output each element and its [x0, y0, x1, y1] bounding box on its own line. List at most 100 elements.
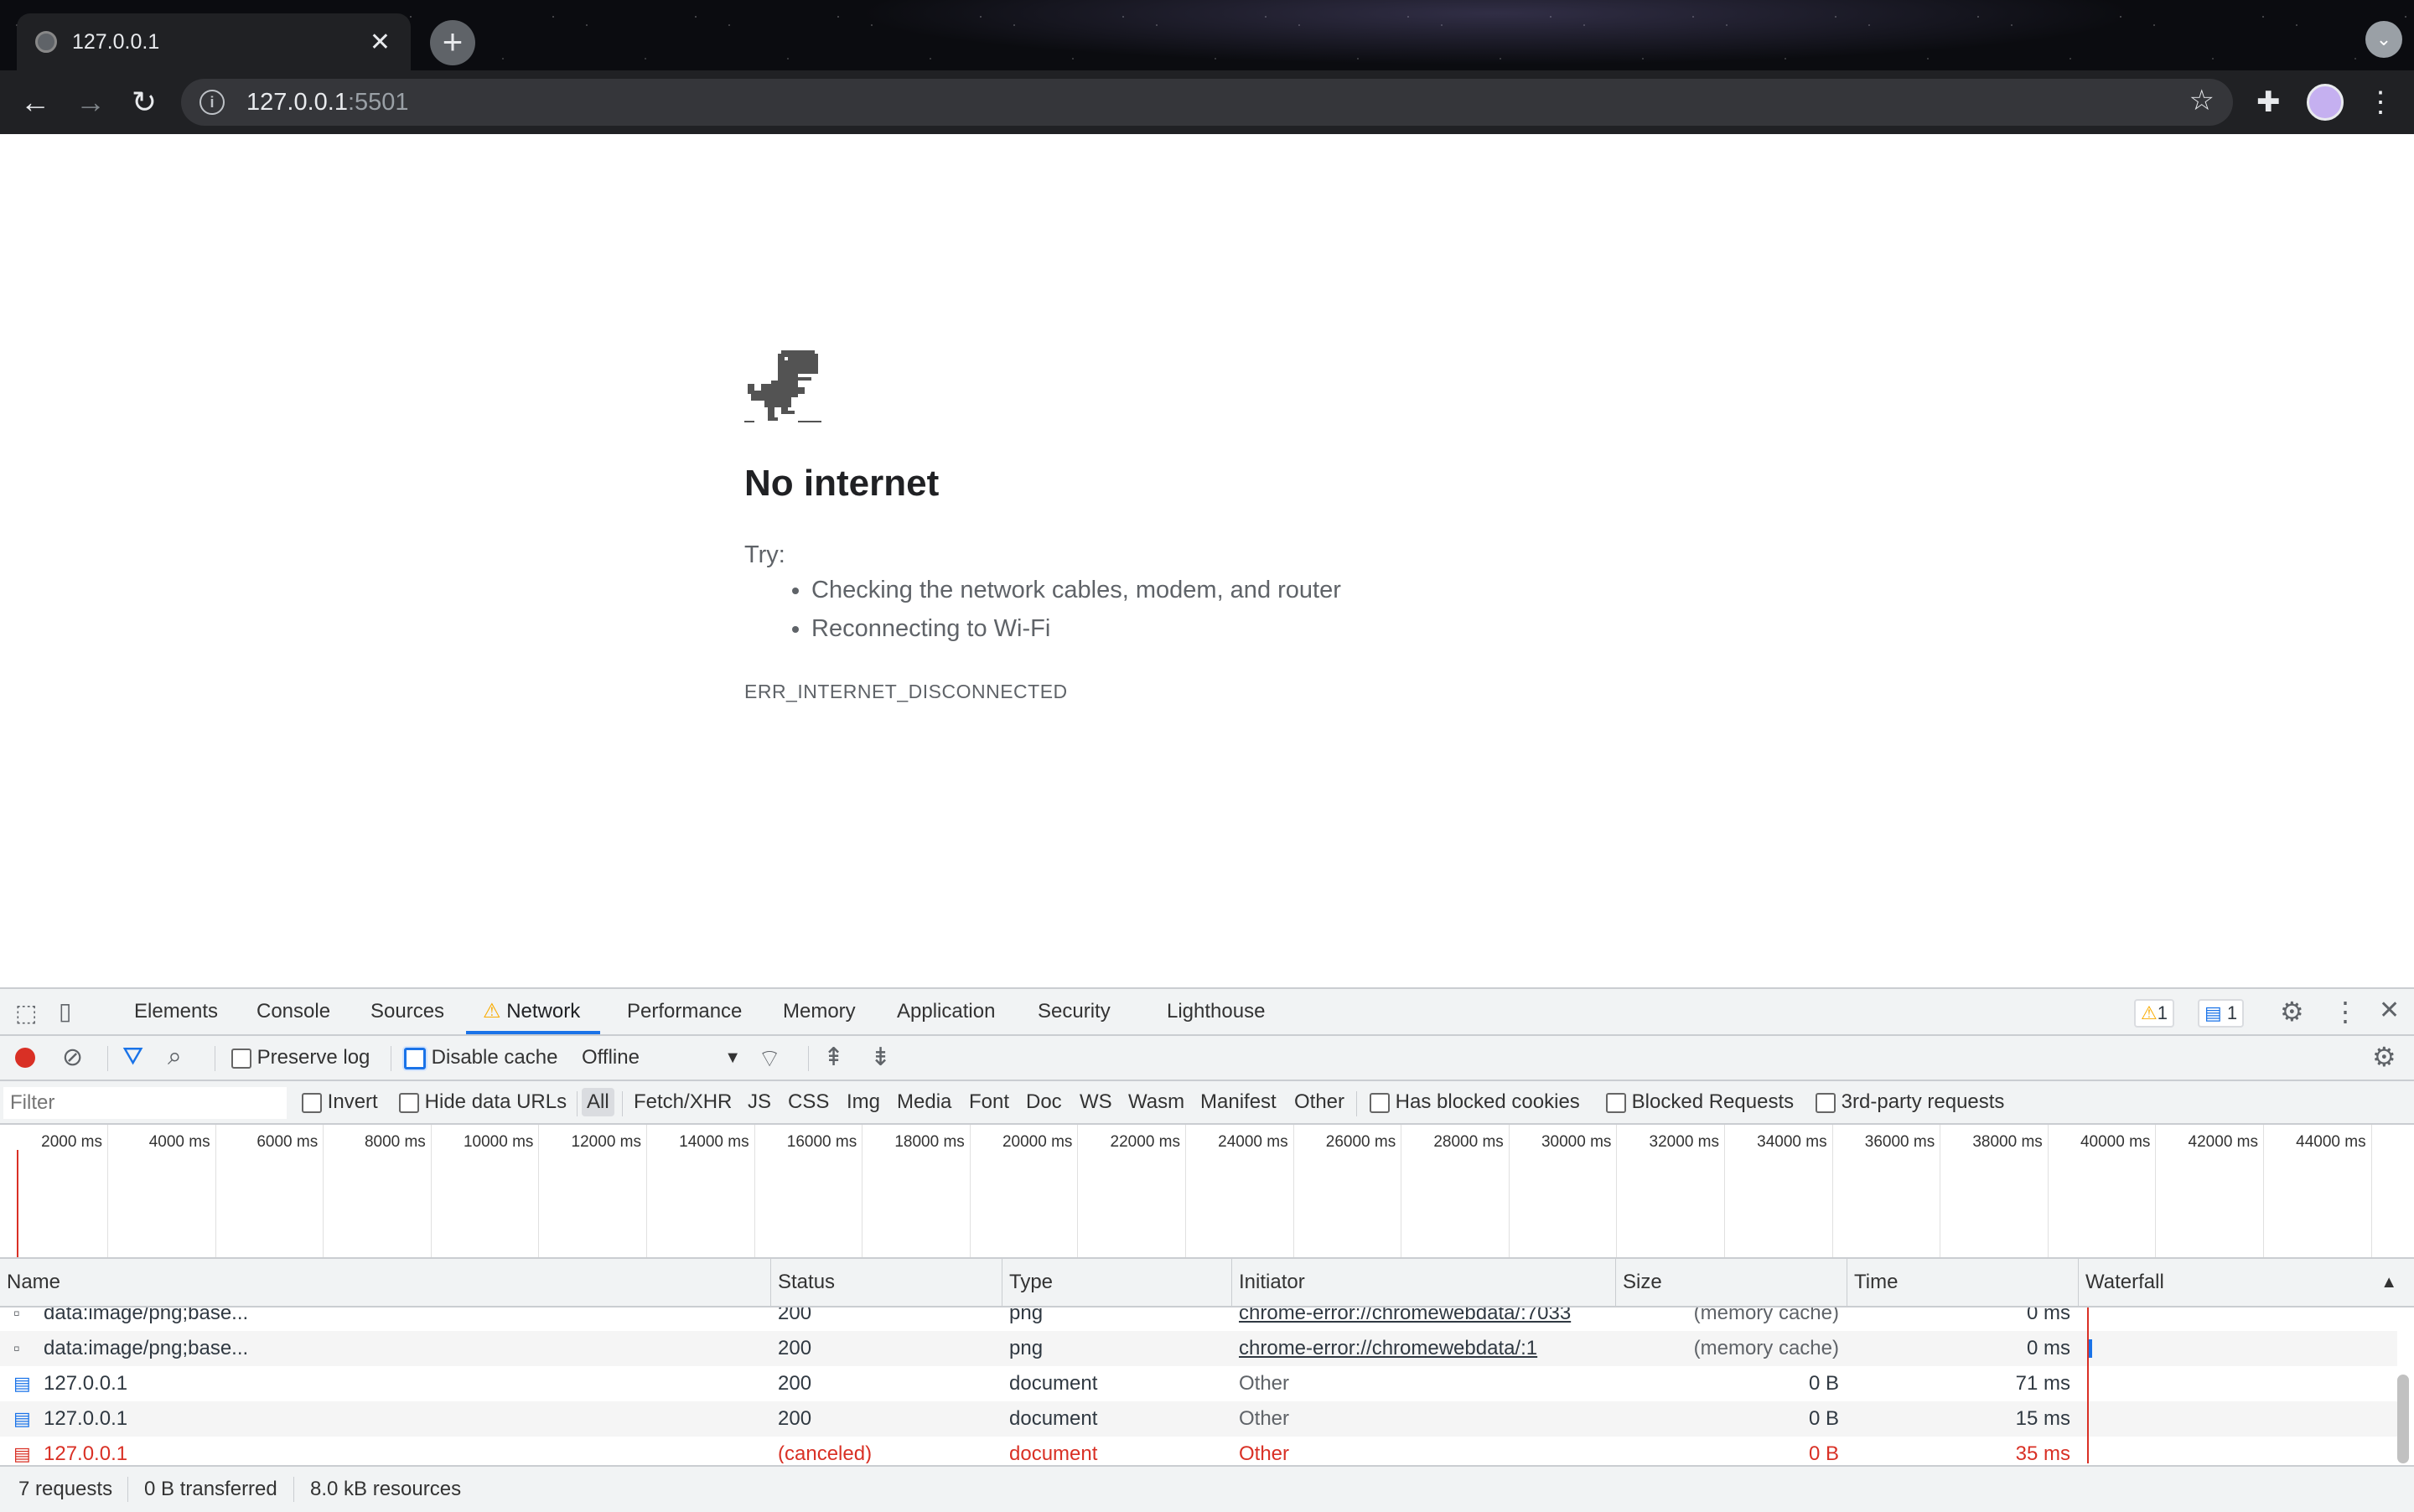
third-party-checkbox[interactable]: 3rd-party requests [1816, 1081, 2004, 1123]
has-blocked-cookies-checkbox[interactable]: Has blocked cookies [1370, 1081, 1580, 1123]
invert-checkbox[interactable]: Invert [302, 1081, 378, 1123]
filter-ws[interactable]: WS [1080, 1081, 1112, 1123]
browser-tab[interactable]: 127.0.0.1 ✕ [17, 13, 411, 70]
warnings-badge[interactable]: ⚠1 [2134, 999, 2174, 1028]
tab-elements[interactable]: Elements [134, 989, 218, 1034]
checkbox[interactable] [302, 1092, 322, 1113]
kebab-menu-icon[interactable]: ⋮ [2364, 70, 2397, 134]
column-name[interactable]: Name [0, 1259, 771, 1306]
clear-icon[interactable]: ⊘ [62, 1043, 83, 1072]
bookmark-star-icon[interactable]: ☆ [2189, 84, 2215, 117]
profile-avatar[interactable] [2307, 84, 2344, 121]
tab-performance[interactable]: Performance [627, 989, 742, 1034]
inspect-element-icon[interactable]: ⬚ [15, 999, 37, 1027]
blocked-requests-checkbox[interactable]: Blocked Requests [1606, 1081, 1794, 1123]
table-row[interactable]: ▤ 127.0.0.1 200 document Other 0 B 15 ms [0, 1401, 2397, 1437]
filter-manifest[interactable]: Manifest [1200, 1081, 1277, 1123]
request-initiator[interactable]: chrome-error://chromewebdata/:7033 [1239, 1307, 1608, 1331]
filter-wasm[interactable]: Wasm [1128, 1081, 1184, 1123]
timeline-tick-label: 44000 ms [2296, 1133, 2366, 1151]
export-har-icon[interactable]: ⇟ [870, 1043, 891, 1072]
filter-fetch-xhr[interactable]: Fetch/XHR [634, 1081, 732, 1123]
filter-input[interactable] [3, 1087, 287, 1119]
column-status[interactable]: Status [771, 1259, 1002, 1306]
timeline-overview[interactable]: 2000 ms 4000 ms 6000 ms 8000 ms 10000 ms 1200… [0, 1125, 2414, 1259]
tab-network-label: Network [506, 1000, 581, 1023]
table-header: Name Status Type Initiator Size Time Wat… [0, 1259, 2414, 1307]
filter-funnel-icon[interactable]: ⛛ [122, 1043, 143, 1071]
info-icon[interactable]: i [199, 90, 225, 115]
checkbox[interactable] [1370, 1092, 1390, 1113]
checkbox[interactable] [399, 1092, 419, 1113]
document-icon: ▤ [13, 1408, 31, 1429]
table-scrollbar[interactable] [2397, 1307, 2409, 1463]
close-devtools-icon[interactable]: ✕ [2379, 996, 2400, 1025]
back-arrow-icon[interactable]: ← [10, 70, 60, 134]
tab-sources[interactable]: Sources [370, 989, 444, 1034]
column-initiator[interactable]: Initiator [1232, 1259, 1616, 1306]
tab-memory[interactable]: Memory [783, 989, 856, 1034]
column-waterfall[interactable]: Waterfall ▲ [2079, 1259, 2414, 1306]
reload-icon[interactable]: ↻ [119, 70, 169, 134]
checkbox[interactable] [1606, 1092, 1626, 1113]
timeline-tick-label: 6000 ms [256, 1133, 319, 1151]
checkbox[interactable] [404, 1047, 426, 1069]
column-size[interactable]: Size [1616, 1259, 1847, 1306]
request-size: (memory cache) [1693, 1307, 1839, 1324]
table-row[interactable]: ▤ 127.0.0.1 (canceled) document Other 0 B 35 m… [0, 1437, 2397, 1463]
messages-badge[interactable]: ▤ 1 [2198, 999, 2245, 1028]
checkbox[interactable] [231, 1048, 251, 1069]
address-bar[interactable]: i 127.0.0.1:5501 ☆ [181, 79, 2233, 126]
image-icon: ▫ [13, 1307, 20, 1323]
more-options-icon[interactable]: ⋮ [2332, 996, 2359, 1028]
request-name[interactable]: data:image/png;base... [44, 1331, 764, 1366]
hide-data-urls-checkbox[interactable]: Hide data URLs [399, 1081, 567, 1123]
checkbox[interactable] [1816, 1092, 1836, 1113]
import-har-icon[interactable]: ⇞ [823, 1043, 844, 1072]
timeline-gridline [1185, 1125, 1186, 1257]
filter-all[interactable]: All [582, 1088, 614, 1116]
table-row[interactable]: ▫ data:image/png;base... 200 png chrome-erro… [0, 1307, 2397, 1331]
column-time[interactable]: Time [1847, 1259, 2079, 1306]
throttling-select[interactable]: Offline ▼ [582, 1036, 741, 1080]
search-icon[interactable]: ⌕ [168, 1043, 182, 1071]
request-initiator[interactable]: chrome-error://chromewebdata/:1 [1239, 1331, 1608, 1366]
extensions-puzzle-icon[interactable]: ✚ [2256, 70, 2281, 134]
filter-js[interactable]: JS [748, 1081, 771, 1123]
filter-img[interactable]: Img [847, 1081, 880, 1123]
filter-font[interactable]: Font [969, 1081, 1009, 1123]
request-name[interactable]: 127.0.0.1 [44, 1437, 764, 1463]
preserve-log-checkbox[interactable]: Preserve log [231, 1036, 370, 1080]
filter-css[interactable]: CSS [788, 1081, 829, 1123]
timeline-gridline [2047, 1125, 2049, 1257]
tab-lighthouse[interactable]: Lighthouse [1167, 989, 1265, 1034]
close-tab-icon[interactable]: ✕ [370, 28, 391, 57]
request-name[interactable]: data:image/png;base... [44, 1307, 764, 1331]
tab-network[interactable]: ⚠ Network [466, 989, 601, 1034]
table-row[interactable]: ▫ data:image/png;base... 200 png chrome-erro… [0, 1331, 2397, 1366]
settings-gear-icon[interactable]: ⚙ [2280, 996, 2304, 1028]
device-toolbar-icon[interactable]: ▯ [59, 997, 71, 1025]
filter-doc[interactable]: Doc [1026, 1081, 1062, 1123]
filter-bar: Invert Hide data URLs All Fetch/XHR JS C… [0, 1081, 2414, 1125]
has-blocked-cookies-label: Has blocked cookies [1395, 1090, 1580, 1113]
timeline-tick-label: 12000 ms [571, 1133, 641, 1151]
network-settings-gear-icon[interactable]: ⚙ [2372, 1041, 2396, 1073]
request-name[interactable]: 127.0.0.1 [44, 1366, 764, 1401]
blocked-requests-label: Blocked Requests [1631, 1090, 1795, 1113]
record-icon[interactable] [15, 1048, 35, 1068]
tab-application[interactable]: Application [897, 989, 995, 1034]
forward-arrow-icon[interactable]: → [65, 70, 116, 134]
tab-search-icon[interactable]: ⌄ [2365, 21, 2402, 58]
column-type[interactable]: Type [1002, 1259, 1232, 1306]
tab-security[interactable]: Security [1038, 989, 1111, 1034]
network-conditions-icon[interactable]: ⌔ [758, 1043, 781, 1074]
request-name[interactable]: 127.0.0.1 [44, 1401, 764, 1437]
filter-other[interactable]: Other [1294, 1081, 1344, 1123]
tab-console[interactable]: Console [256, 989, 330, 1034]
table-row[interactable]: ▤ 127.0.0.1 200 document Other 0 B 71 ms [0, 1366, 2397, 1401]
scroll-thumb[interactable] [2397, 1375, 2409, 1463]
filter-media[interactable]: Media [897, 1081, 951, 1123]
new-tab-button[interactable]: + [430, 20, 475, 65]
disable-cache-checkbox[interactable]: Disable cache [404, 1036, 557, 1080]
